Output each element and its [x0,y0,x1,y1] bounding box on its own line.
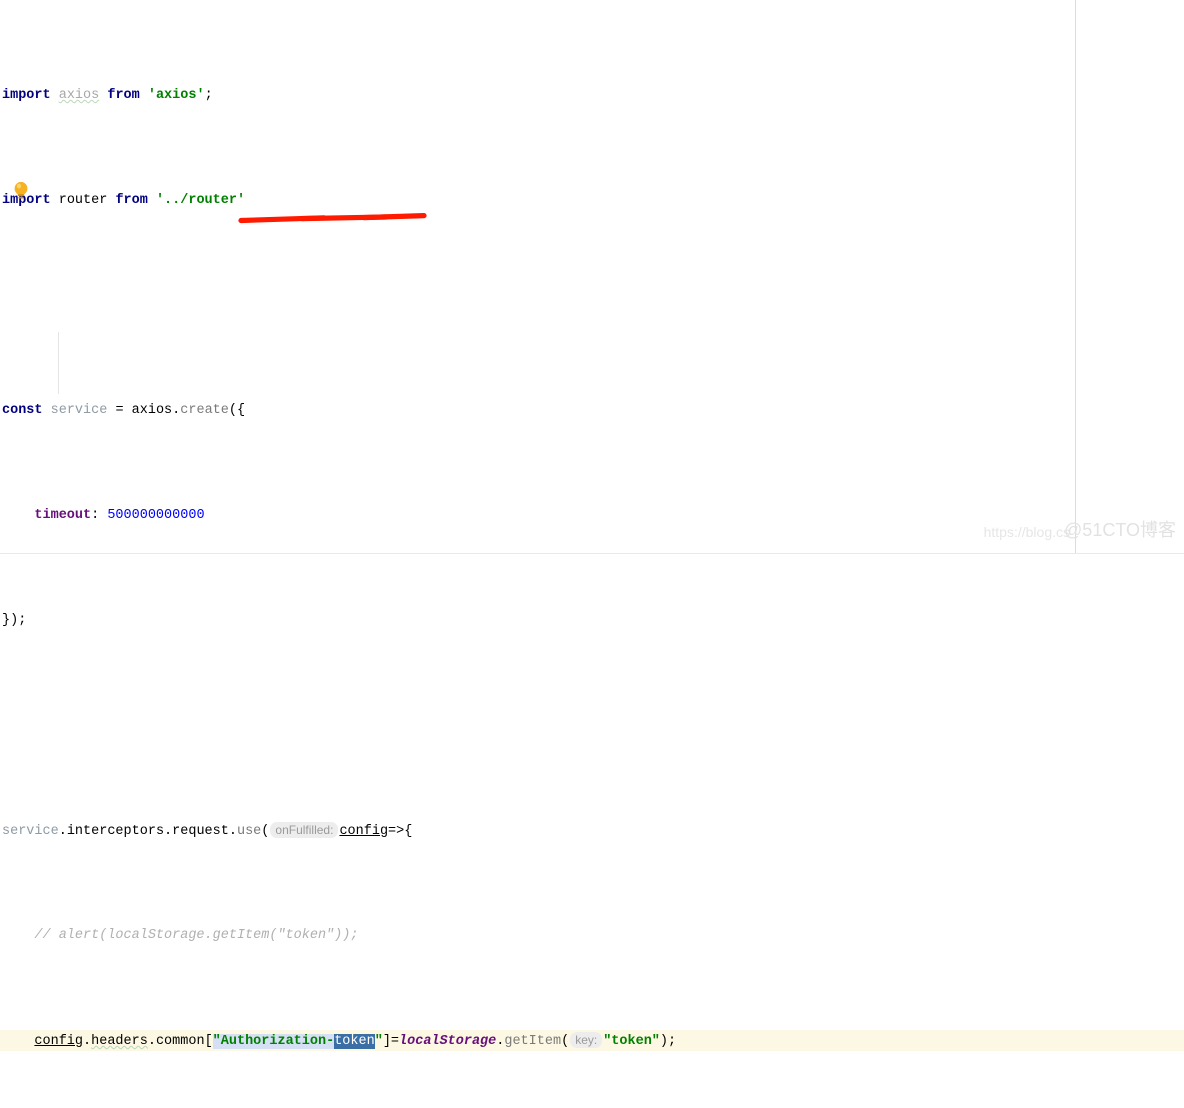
code-content[interactable]: import axios from 'axios'; import router… [0,0,1184,1108]
token-string-auth-prefix: "Authorization- [212,1034,335,1049]
token-comment-alert: // alert(localStorage.getItem("token")); [34,928,359,943]
token-method-create: create [180,403,229,418]
token-dot: . [496,1034,505,1049]
token-open-paren: ( [261,824,270,839]
token-string-token: "token" [603,1034,660,1049]
token-dot: . [228,824,237,839]
watermark-brand: @51CTO博客 [1064,520,1176,540]
token-identifier-axios: axios [58,88,100,103]
code-line-9[interactable]: // alert(localStorage.getItem("token")); [0,925,1184,946]
code-line-2[interactable]: import router from '../router' [0,190,1184,211]
token-dot: . [164,824,173,839]
token-dot: . [83,1034,92,1049]
token-string-auth-selected[interactable]: token [334,1034,375,1049]
token-operator-assign: = [107,403,132,418]
token-param-config-usage: config [34,1034,84,1049]
token-identifier-service: service [50,403,108,418]
token-arrow-brace: =>{ [388,824,413,839]
token-identifier-service: service [2,824,59,839]
lightbulb-icon[interactable] [12,180,30,202]
token-property-common: common [155,1034,205,1049]
code-line-10[interactable]: config.headers.common["Authorization-tok… [0,1030,1184,1051]
token-semicolon: ; [204,88,213,103]
token-field-timeout: timeout [34,508,92,523]
code-line-3[interactable] [0,295,1184,316]
token-dot: . [147,1034,156,1049]
token-property-interceptors: interceptors [66,824,165,839]
token-identifier-router: router [58,193,108,208]
token-keyword-from: from [107,88,140,103]
code-editor[interactable]: import axios from 'axios'; import router… [0,0,1184,1051]
indent-guide-1 [58,332,59,394]
token-close-bracket-assign: ]= [382,1034,400,1049]
watermark-url: https://blog.cs [983,524,1070,540]
token-string-auth-suffix: " [374,1034,383,1049]
code-line-8[interactable]: service.interceptors.request.use(onFulfi… [0,820,1184,841]
token-string-axios-module: 'axios' [147,88,205,103]
code-line-4[interactable]: const service = axios.create({ [0,400,1184,421]
token-open-paren: ( [561,1034,570,1049]
token-keyword-const: const [2,403,43,418]
token-close-paren-semi: ); [659,1034,677,1049]
code-line-5[interactable]: timeout: 500000000000 [0,505,1184,526]
token-keyword-import: import [2,88,51,103]
token-paren-brace: ({ [228,403,246,418]
token-colon: : [91,508,108,523]
token-method-use: use [236,824,262,839]
token-keyword-from: from [115,193,148,208]
token-identifier-localstorage: localStorage [399,1034,497,1049]
code-line-6[interactable]: }); [0,610,1184,631]
token-dot: . [58,824,67,839]
token-property-request: request [172,824,229,839]
token-number-timeout: 500000000000 [107,508,205,523]
token-string-router-path: '../router' [155,193,246,208]
token-close-brace-paren: }); [2,613,27,628]
token-param-config: config [339,824,389,839]
inlay-hint-onfulfilled-request[interactable]: onFulfilled: [270,822,339,838]
token-identifier-axios: axios [131,403,173,418]
inlay-hint-key[interactable]: key: [570,1032,603,1048]
token-open-bracket: [ [204,1034,213,1049]
code-line-1[interactable]: import axios from 'axios'; [0,85,1184,106]
token-property-headers: headers [91,1034,148,1049]
token-method-getitem: getItem [504,1034,562,1049]
code-line-7[interactable] [0,715,1184,736]
